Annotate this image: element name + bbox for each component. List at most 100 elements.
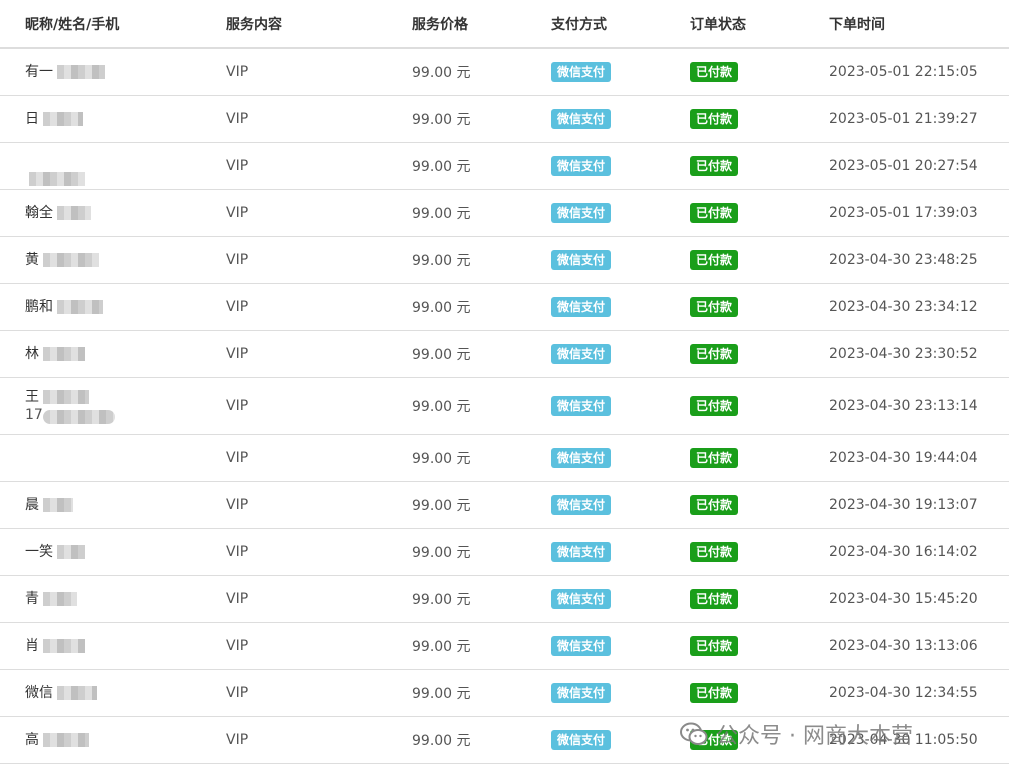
cell-service: VIP [226,528,412,576]
privacy-mosaic [43,409,115,424]
cell-price: 99.00 元 [412,236,551,284]
payment-method-badge: 微信支付 [551,343,612,364]
privacy-mosaic [57,64,105,79]
nickname-wrap: 日 [25,110,83,128]
table-row[interactable]: 微信 VIP 99.00 元微信支付 已付款 2023-04-30 12:34:55 [0,669,1009,717]
header-nickname[interactable]: 昵称/姓名/手机 [0,0,226,49]
cell-status: 已付款 [690,142,829,190]
table-row[interactable]: 林 VIP 99.00 元微信支付 已付款 2023-04-30 23:30:52 [0,330,1009,378]
cell-price: 99.00 元 [412,377,551,435]
cell-payment: 微信支付 [551,434,690,482]
cell-payment: 微信支付 [551,189,690,237]
payment-method-badge: 微信支付 [551,588,612,609]
privacy-mosaic [43,389,89,404]
order-status-badge: 已付款 [690,61,739,82]
order-status-badge: 已付款 [690,395,739,416]
header-payment[interactable]: 支付方式 [551,0,690,49]
order-status-badge: 已付款 [690,249,739,270]
cell-service: VIP [226,189,412,237]
cell-payment: 微信支付 [551,528,690,576]
cell-payment: 微信支付 [551,575,690,623]
header-order-time[interactable]: 下单时间 [829,0,1009,49]
cell-payment: 微信支付 [551,48,690,96]
cell-order-time: 2023-04-30 12:34:55 [829,669,1009,717]
cell-status: 已付款 [690,622,829,670]
cell-status: 已付款 [690,377,829,435]
privacy-mosaic [29,171,85,186]
cell-price: 99.00 元 [412,434,551,482]
cell-payment: 微信支付 [551,236,690,284]
table-row[interactable]: VIP 99.00 元微信支付 已付款 2023-04-30 19:44:04 [0,434,1009,482]
cell-nickname: 王 17 [0,377,226,435]
cell-status: 已付款 [690,48,829,96]
order-status-badge: 已付款 [690,729,739,750]
cell-service: VIP [226,622,412,670]
cell-order-time: 2023-04-30 23:30:52 [829,330,1009,378]
nickname-wrap: 青 [25,590,77,608]
table-row[interactable]: 鹏和 VIP 99.00 元微信支付 已付款 2023-04-30 23:34:12 [0,283,1009,331]
payment-method-badge: 微信支付 [551,296,612,317]
table-row[interactable]: 高 VIP 99.00 元微信支付 已付款 2023-04-30 11:05:50 [0,716,1009,764]
nickname-text: 有一 [25,63,53,80]
payment-method-badge: 微信支付 [551,249,612,270]
nickname-text: 王 [25,388,39,405]
header-service[interactable]: 服务内容 [226,0,412,49]
privacy-mosaic [57,299,103,314]
header-status[interactable]: 订单状态 [690,0,829,49]
cell-price: 99.00 元 [412,330,551,378]
privacy-mosaic [43,252,99,267]
payment-method-badge: 微信支付 [551,155,612,176]
order-status-badge: 已付款 [690,296,739,317]
cell-nickname: 翰全 [0,189,226,237]
nickname-text: 微信 [25,684,53,701]
cell-payment: 微信支付 [551,377,690,435]
table-row[interactable]: 晨 VIP 99.00 元微信支付 已付款 2023-04-30 19:13:07 [0,481,1009,529]
cell-price: 99.00 元 [412,528,551,576]
cell-order-time: 2023-04-30 11:05:50 [829,716,1009,764]
privacy-mosaic [43,346,85,361]
table-header-row: 昵称/姓名/手机 服务内容 服务价格 支付方式 订单状态 下单时间 [0,0,1009,49]
payment-method-badge: 微信支付 [551,202,612,223]
table-row[interactable]: VIP 99.00 元微信支付 已付款 2023-05-01 20:27:54 [0,142,1009,190]
cell-nickname: 高 [0,716,226,764]
table-row[interactable]: 青 VIP 99.00 元微信支付 已付款 2023-04-30 15:45:20 [0,575,1009,623]
table-row[interactable]: 黄 VIP 99.00 元微信支付 已付款 2023-04-30 23:48:25 [0,236,1009,284]
nickname-text: 翰全 [25,204,53,221]
cell-price: 99.00 元 [412,716,551,764]
nickname-wrap: 翰全 [25,204,91,222]
privacy-mosaic [43,732,89,747]
table-row[interactable]: 一笑 VIP 99.00 元微信支付 已付款 2023-04-30 16:14:02 [0,528,1009,576]
table-row[interactable]: 有一 VIP 99.00 元微信支付 已付款 2023-05-01 22:15:05 [0,48,1009,96]
nickname-wrap: 微信 [25,684,97,702]
nickname-wrap: 黄 [25,251,99,269]
cell-order-time: 2023-04-30 23:34:12 [829,283,1009,331]
cell-price: 99.00 元 [412,189,551,237]
phone-text: 17 [25,406,43,423]
table-row[interactable]: 肖 VIP 99.00 元微信支付 已付款 2023-04-30 13:13:06 [0,622,1009,670]
cell-payment: 微信支付 [551,95,690,143]
cell-service: VIP [226,669,412,717]
cell-service: VIP [226,236,412,284]
cell-service: VIP [226,142,412,190]
cell-order-time: 2023-04-30 13:13:06 [829,622,1009,670]
cell-nickname: 青 [0,575,226,623]
cell-price: 99.00 元 [412,48,551,96]
table-row[interactable]: 王 17 VIP 99.00 元微信支付 已付款 2023-04-30 23:13:14 [0,377,1009,435]
cell-order-time: 2023-05-01 21:39:27 [829,95,1009,143]
nickname-text: 高 [25,731,39,748]
cell-order-time: 2023-05-01 20:27:54 [829,142,1009,190]
payment-method-badge: 微信支付 [551,447,612,468]
header-price[interactable]: 服务价格 [412,0,551,49]
cell-service: VIP [226,575,412,623]
cell-order-time: 2023-04-30 15:45:20 [829,575,1009,623]
cell-order-time: 2023-04-30 23:48:25 [829,236,1009,284]
nickname-wrap: 鹏和 [25,298,103,316]
table-row[interactable]: 日 VIP 99.00 元微信支付 已付款 2023-05-01 21:39:27 [0,95,1009,143]
cell-service: VIP [226,716,412,764]
table-row[interactable]: 翰全 VIP 99.00 元微信支付 已付款 2023-05-01 17:39:03 [0,189,1009,237]
order-status-badge: 已付款 [690,155,739,176]
cell-price: 99.00 元 [412,142,551,190]
cell-nickname: 晨 [0,481,226,529]
cell-status: 已付款 [690,236,829,284]
cell-price: 99.00 元 [412,481,551,529]
